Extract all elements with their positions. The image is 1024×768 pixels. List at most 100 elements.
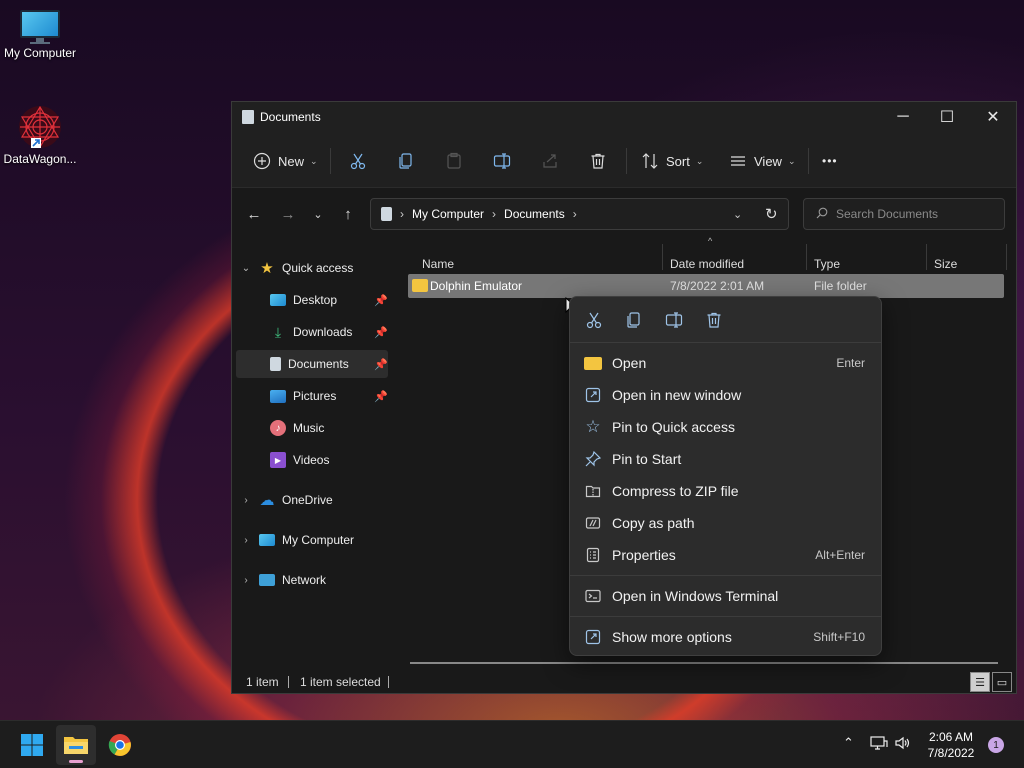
- context-menu: Open Enter Open in new window ☆ Pin to Q…: [569, 296, 882, 656]
- folder-icon: [412, 279, 428, 292]
- sidebar-item-music[interactable]: ♪ Music: [270, 414, 388, 442]
- column-divider[interactable]: [806, 244, 807, 270]
- address-bar[interactable]: › My Computer › Documents › ⌄ ↻: [370, 198, 789, 230]
- chevron-right-icon[interactable]: ›: [573, 207, 577, 221]
- volume-icon[interactable]: [894, 735, 912, 755]
- sidebar-item-my-computer[interactable]: › My Computer: [240, 526, 390, 554]
- chevron-right-icon[interactable]: ›: [240, 495, 252, 506]
- back-arrow-icon[interactable]: ←: [240, 200, 268, 228]
- title-bar[interactable]: Documents ─ ☐ ✕: [232, 102, 1016, 132]
- column-header-name[interactable]: Name: [422, 252, 454, 276]
- pictures-icon: [270, 389, 286, 403]
- chevron-up-icon[interactable]: ⌃: [843, 735, 854, 751]
- column-header-size[interactable]: Size: [934, 252, 957, 276]
- tiles-view-icon[interactable]: ▭: [992, 672, 1012, 692]
- sidebar-item-label: Quick access: [282, 261, 354, 275]
- up-arrow-icon[interactable]: ↑: [334, 200, 362, 228]
- context-item-pin-start[interactable]: Pin to Start: [574, 443, 879, 475]
- videos-icon: ▶: [270, 452, 286, 468]
- address-history-chevron-icon[interactable]: ⌄: [733, 208, 742, 221]
- cut-button[interactable]: [348, 146, 368, 176]
- desktop-icon-my-computer[interactable]: My Computer: [0, 8, 80, 60]
- sidebar-item-label: Pictures: [293, 389, 337, 403]
- chevron-down-icon: ⌄: [787, 155, 796, 166]
- chevron-right-icon[interactable]: ›: [240, 535, 252, 546]
- context-item-properties[interactable]: Properties Alt+Enter: [574, 539, 879, 571]
- forward-arrow-icon[interactable]: →: [274, 200, 302, 228]
- context-item-compress-zip[interactable]: Compress to ZIP file: [574, 475, 879, 507]
- folder-open-icon: [584, 356, 602, 370]
- copy-button[interactable]: [396, 146, 416, 176]
- context-item-copy-path[interactable]: Copy as path: [574, 507, 879, 539]
- sidebar-item-network[interactable]: › Network: [240, 566, 390, 594]
- sidebar-item-pictures[interactable]: Pictures 📌: [270, 382, 388, 410]
- chevron-right-icon[interactable]: ›: [240, 575, 252, 586]
- share-button[interactable]: [540, 146, 560, 176]
- desktop-icon: [270, 294, 286, 306]
- close-button[interactable]: ✕: [970, 102, 1016, 132]
- system-clock[interactable]: 2:06 AM 7/8/2022: [918, 729, 984, 761]
- sort-label: Sort: [666, 153, 690, 169]
- maximize-button[interactable]: ☐: [924, 102, 970, 132]
- sidebar-item-label: Videos: [293, 453, 330, 467]
- more-button[interactable]: •••: [822, 146, 838, 176]
- sidebar-item-documents[interactable]: Documents 📌: [236, 350, 388, 378]
- new-label: New: [278, 153, 305, 169]
- context-item-open-terminal[interactable]: Open in Windows Terminal: [574, 580, 879, 612]
- zip-icon: [584, 482, 602, 500]
- start-button[interactable]: [12, 725, 52, 765]
- context-rename-button[interactable]: [662, 309, 686, 331]
- row-name: Dolphin Emulator: [430, 279, 523, 293]
- notification-badge[interactable]: 1: [988, 737, 1004, 753]
- network-status-icon[interactable]: [870, 735, 888, 755]
- paste-button[interactable]: [444, 146, 464, 176]
- desktop-icon-datawagon[interactable]: DataWagon...: [0, 104, 80, 166]
- column-divider[interactable]: [662, 244, 663, 270]
- view-button[interactable]: View ⌄: [728, 146, 796, 176]
- column-header-date-modified[interactable]: Date modified: [670, 252, 744, 276]
- new-button[interactable]: New ⌄: [252, 146, 318, 176]
- column-header-type[interactable]: Type: [814, 252, 840, 276]
- context-item-label: Pin to Start: [612, 451, 682, 467]
- sidebar-item-videos[interactable]: ▶ Videos: [270, 446, 388, 474]
- taskbar-file-explorer[interactable]: [56, 725, 96, 765]
- context-cut-button[interactable]: [582, 309, 606, 331]
- context-item-show-more-options[interactable]: Show more options Shift+F10: [574, 621, 879, 653]
- recent-locations-chevron-icon[interactable]: ⌄: [304, 200, 332, 228]
- sidebar-item-onedrive[interactable]: › ☁ OneDrive: [240, 486, 390, 514]
- refresh-icon[interactable]: ↻: [765, 205, 778, 223]
- rename-button[interactable]: [492, 146, 512, 176]
- view-label: View: [754, 153, 782, 169]
- network-icon: [259, 574, 275, 586]
- column-divider[interactable]: [926, 244, 927, 270]
- context-item-shortcut: Shift+F10: [813, 630, 865, 644]
- context-item-open[interactable]: Open Enter: [574, 347, 879, 379]
- delete-button[interactable]: [588, 146, 608, 176]
- monitor-icon: [18, 8, 62, 44]
- search-input[interactable]: [836, 207, 986, 221]
- breadcrumb-documents[interactable]: Documents: [504, 207, 565, 221]
- search-box[interactable]: [803, 198, 1005, 230]
- terminal-icon: [584, 587, 602, 605]
- context-menu-divider: [570, 575, 881, 576]
- context-copy-button[interactable]: [622, 309, 646, 331]
- context-item-pin-quick-access[interactable]: ☆ Pin to Quick access: [574, 411, 879, 443]
- column-divider[interactable]: [1006, 244, 1007, 270]
- sidebar-item-desktop[interactable]: Desktop 📌: [270, 286, 388, 314]
- chrome-icon: [108, 734, 131, 756]
- monitor-icon: [259, 534, 275, 546]
- sidebar-item-downloads[interactable]: ⤓ Downloads 📌: [270, 318, 388, 346]
- table-row[interactable]: Dolphin Emulator 7/8/2022 2:01 AM File f…: [408, 274, 1004, 298]
- sidebar-item-label: Music: [293, 421, 325, 435]
- taskbar-chrome[interactable]: [100, 725, 140, 765]
- minimize-button[interactable]: ─: [880, 102, 926, 132]
- sort-button[interactable]: Sort ⌄: [640, 146, 703, 176]
- breadcrumb-my-computer[interactable]: My Computer: [412, 207, 484, 221]
- context-delete-button[interactable]: [702, 309, 726, 331]
- horizontal-scrollbar[interactable]: [410, 662, 998, 664]
- chevron-down-icon[interactable]: ⌄: [240, 263, 252, 274]
- file-explorer-icon: [64, 737, 88, 754]
- details-view-icon[interactable]: ☰: [970, 672, 990, 692]
- sidebar-item-quick-access[interactable]: ⌄ ★ Quick access: [240, 254, 390, 282]
- context-item-open-new-window[interactable]: Open in new window: [574, 379, 879, 411]
